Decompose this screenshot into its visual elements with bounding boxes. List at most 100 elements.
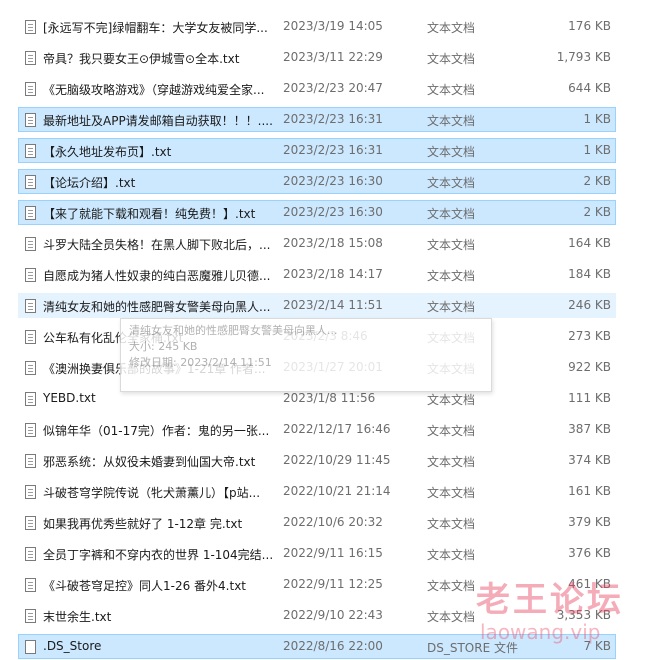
text-file-icon <box>25 144 36 158</box>
file-date: 2023/2/23 16:30 <box>283 205 383 219</box>
file-row[interactable]: 似锦年华（01-17完）作者：鬼的另一张... 2022/12/17 16:46 文… <box>18 417 616 442</box>
file-date: 2022/9/10 22:43 <box>283 608 383 622</box>
file-size: 161 KB <box>568 484 611 498</box>
file-date: 2022/8/16 22:00 <box>283 639 383 653</box>
file-type: 文本文档 <box>427 145 476 159</box>
file-size: 246 KB <box>568 298 611 312</box>
text-file-icon <box>25 206 36 220</box>
file-row[interactable]: 《澳洲换妻俱乐部的故事》1-21章 作者... 2023/1/27 20:01 文本… <box>18 355 616 380</box>
text-file-icon <box>25 392 36 406</box>
file-date: 2023/2/18 14:17 <box>283 267 383 281</box>
file-row[interactable]: 【论坛介绍】.txt 2023/2/23 16:30 文本文档 2 KB <box>18 169 616 194</box>
file-type: 文本文档 <box>427 114 476 128</box>
file-type: 文本文档 <box>427 455 476 469</box>
file-row[interactable]: 帝具？我只要女王⊙伊城雪⊙全本.txt 2023/3/11 22:29 文本文档 1,… <box>18 45 616 70</box>
file-row[interactable]: [永远写不完]绿帽翻车：大学女友被同学... 2023/3/19 14:05 文本文… <box>18 14 616 39</box>
file-type: 文本文档 <box>427 486 476 500</box>
file-row[interactable]: 全员丁字裤和不穿内衣的世界 1-104完结... 2022/9/11 16:15 文… <box>18 541 616 566</box>
file-size: 273 KB <box>568 329 611 343</box>
file-size: 176 KB <box>568 19 611 33</box>
text-file-icon <box>25 516 36 530</box>
file-row[interactable]: 最新地址及APP请发邮箱自动获取！！！.... 2023/2/23 16:31 文本… <box>18 107 616 132</box>
file-type: 文本文档 <box>427 517 476 531</box>
file-name: 如果我再优秀些就好了 1-12章 完.txt <box>43 517 243 531</box>
file-date: 2022/9/11 12:25 <box>283 577 383 591</box>
file-row[interactable]: 自愿成为猪人性奴隶的纯白恶魔雅儿贝德... 2023/2/18 14:17 文本文档… <box>18 262 616 287</box>
text-file-icon <box>25 454 36 468</box>
text-file-icon <box>25 330 36 344</box>
file-name: 邪恶系统：从奴役未婚妻到仙国大帝.txt <box>43 455 256 469</box>
file-name: 清纯女友和她的性感肥臀女警美母向黑人... <box>43 300 271 314</box>
file-date: 2022/10/6 20:32 <box>283 515 383 529</box>
text-file-icon <box>25 578 36 592</box>
file-name: 末世余生.txt <box>43 610 112 624</box>
file-name: 似锦年华（01-17完）作者：鬼的另一张... <box>43 424 270 438</box>
file-date: 2023/1/8 11:56 <box>283 391 376 405</box>
file-size: 164 KB <box>568 236 611 250</box>
file-row[interactable]: 斗破苍穹学院传说（牝犬萧薰儿）【p站... 2022/10/21 21:14 文本文… <box>18 479 616 504</box>
text-file-icon <box>25 268 36 282</box>
file-name: 《斗破苍穹足控》同人1-26 番外4.txt <box>43 579 247 593</box>
file-date: 2023/2/23 16:31 <box>283 112 383 126</box>
file-size: 1 KB <box>583 112 611 126</box>
text-file-icon <box>25 113 36 127</box>
file-date: 2023/3/19 14:05 <box>283 19 383 33</box>
file-row[interactable]: 【永久地址发布页】.txt 2023/2/23 16:31 文本文档 1 KB <box>18 138 616 163</box>
file-date: 2022/9/11 16:15 <box>283 546 383 560</box>
file-type: 文本文档 <box>427 238 476 252</box>
file-date: 2023/2/14 11:51 <box>283 298 383 312</box>
file-size: 922 KB <box>568 360 611 374</box>
file-date: 2023/3/11 22:29 <box>283 50 383 64</box>
text-file-icon <box>25 51 36 65</box>
text-file-icon <box>25 299 36 313</box>
file-row[interactable]: YEBD.txt 2023/1/8 11:56 文本文档 111 KB <box>18 386 616 411</box>
file-size: 374 KB <box>568 453 611 467</box>
file-name: 【来了就能下载和观看！纯免费！】.txt <box>43 207 256 221</box>
file-row[interactable]: 邪恶系统：从奴役未婚妻到仙国大帝.txt 2022/10/29 11:45 文本文档… <box>18 448 616 473</box>
file-name: YEBD.txt <box>43 391 96 405</box>
text-file-icon <box>25 237 36 251</box>
file-size: 2 KB <box>583 205 611 219</box>
file-date: 2022/12/17 16:46 <box>283 422 391 436</box>
file-type: 文本文档 <box>427 83 476 97</box>
file-row[interactable]: 【来了就能下载和观看！纯免费！】.txt 2023/2/23 16:30 文本文档 2… <box>18 200 616 225</box>
watermark-url: laowang.vip <box>480 620 601 644</box>
file-size: 184 KB <box>568 267 611 281</box>
text-file-icon <box>25 609 36 623</box>
file-name: 【论坛介绍】.txt <box>43 176 136 190</box>
file-name: 《澳洲换妻俱乐部的故事》1-21章 作者... <box>43 362 266 376</box>
file-name: 斗破苍穹学院传说（牝犬萧薰儿）【p站... <box>43 486 261 500</box>
file-row[interactable]: 如果我再优秀些就好了 1-12章 完.txt 2022/10/6 20:32 文本文… <box>18 510 616 535</box>
file-type: 文本文档 <box>427 393 476 407</box>
file-row[interactable]: 《无脑级攻略游戏》（穿越游戏纯爱全家... 2023/2/23 20:47 文本文档… <box>18 76 616 101</box>
text-file-icon <box>25 547 36 561</box>
file-type: 文本文档 <box>427 176 476 190</box>
file-size: 1 KB <box>583 143 611 157</box>
text-file-icon <box>25 361 36 375</box>
file-type: 文本文档 <box>427 300 476 314</box>
file-type: 文本文档 <box>427 331 476 345</box>
file-row[interactable]: 清纯女友和她的性感肥臀女警美母向黑人... 2023/2/14 11:51 文本文档… <box>18 293 616 318</box>
file-type: 文本文档 <box>427 424 476 438</box>
file-type: 文本文档 <box>427 362 476 376</box>
file-name: .DS_Store <box>43 639 102 653</box>
file-name: 全员丁字裤和不穿内衣的世界 1-104完结... <box>43 548 274 562</box>
text-file-icon <box>25 175 36 189</box>
blank-file-icon <box>25 640 36 654</box>
file-size: 387 KB <box>568 422 611 436</box>
file-size: 1,793 KB <box>556 50 611 64</box>
file-date: 2022/10/21 21:14 <box>283 484 391 498</box>
file-name: [永远写不完]绿帽翻车：大学女友被同学... <box>43 21 268 35</box>
file-size: 644 KB <box>568 81 611 95</box>
file-type: 文本文档 <box>427 548 476 562</box>
file-size: 111 KB <box>568 391 611 405</box>
file-size: 2 KB <box>583 174 611 188</box>
file-name: 自愿成为猪人性奴隶的纯白恶魔雅儿贝德... <box>43 269 271 283</box>
file-row[interactable]: 公车私有化乱伦全家桶.txt 2023/2/3 8:46 文本文档 273 KB <box>18 324 616 349</box>
file-date: 2023/2/23 16:31 <box>283 143 383 157</box>
file-size: 379 KB <box>568 515 611 529</box>
file-name: 公车私有化乱伦全家桶.txt <box>43 331 184 345</box>
file-date: 2023/2/23 16:30 <box>283 174 383 188</box>
file-row[interactable]: 斗罗大陆全员失格！在黑人脚下败北后，... 2023/2/18 15:08 文本文档… <box>18 231 616 256</box>
file-type: 文本文档 <box>427 52 476 66</box>
